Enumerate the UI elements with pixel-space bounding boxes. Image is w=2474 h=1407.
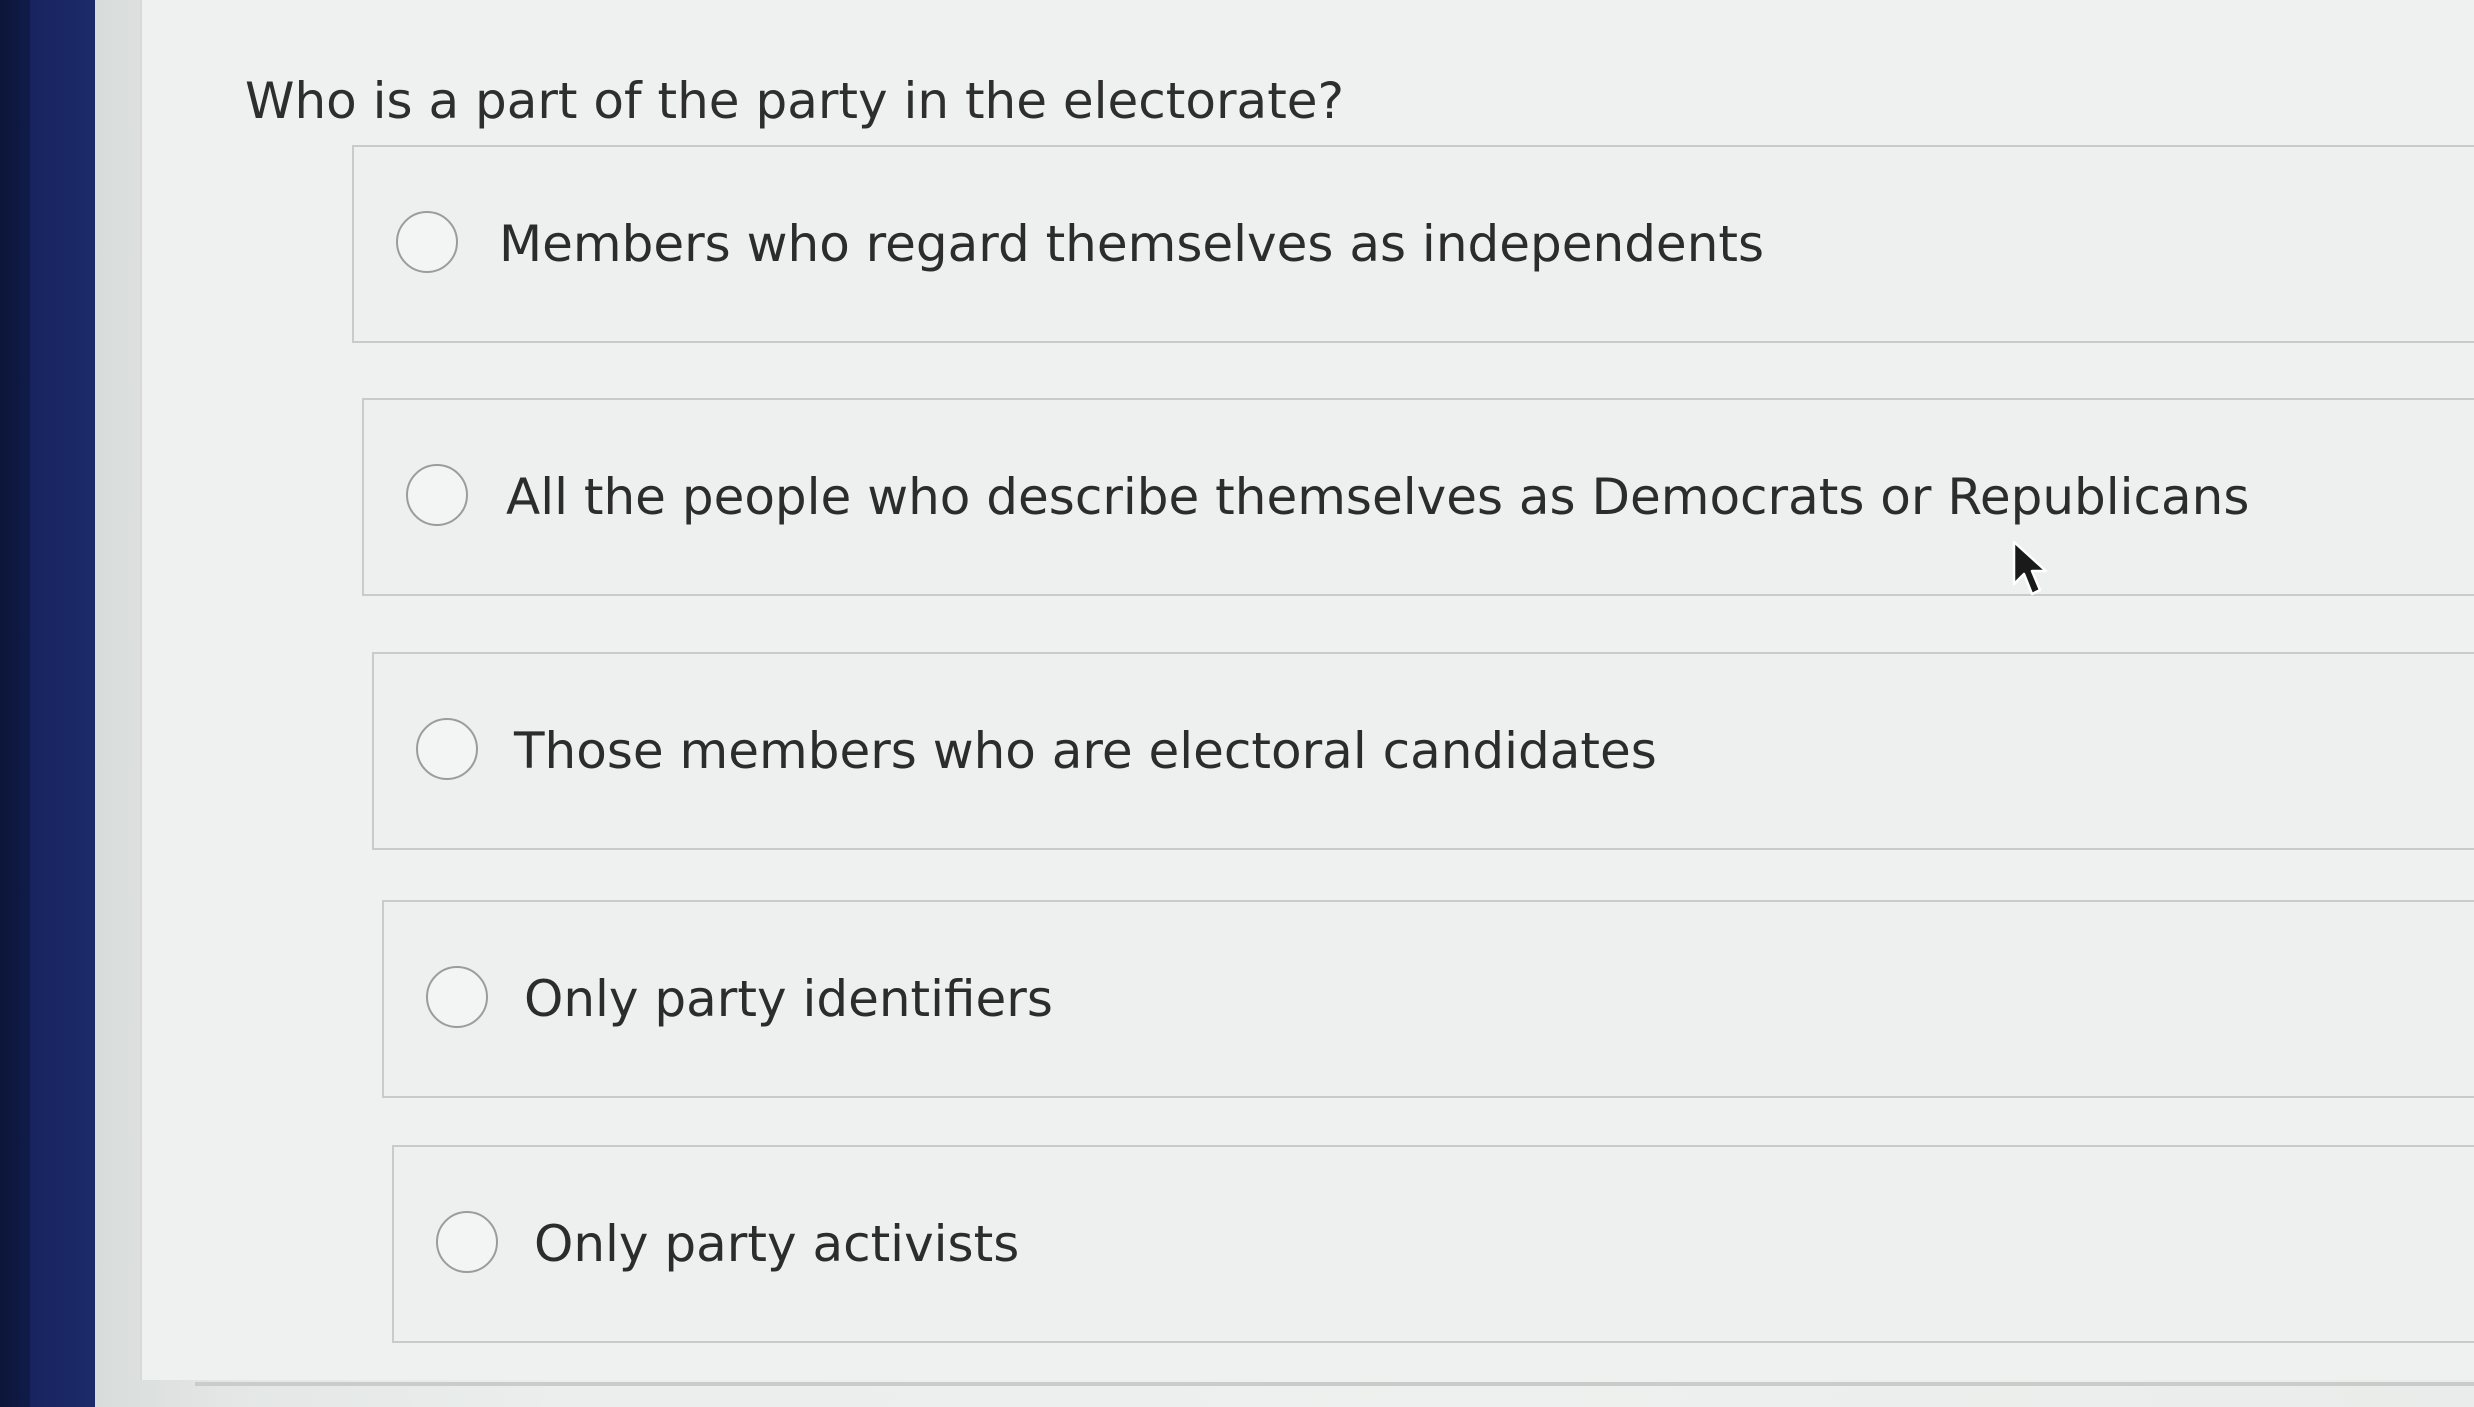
option-3[interactable]: Those members who are electoral candidat… xyxy=(372,652,2474,850)
left-navy-strip xyxy=(30,0,100,1407)
radio-unchecked-icon[interactable] xyxy=(396,211,458,273)
option-label: All the people who describe themselves a… xyxy=(506,468,2250,526)
mouse-pointer-icon xyxy=(2012,540,2048,596)
card-bottom-edge xyxy=(195,1382,2474,1386)
option-label: Members who regard themselves as indepen… xyxy=(499,215,1765,273)
radio-unchecked-icon[interactable] xyxy=(416,718,478,780)
question-text: Who is a part of the party in the electo… xyxy=(245,72,1345,130)
radio-unchecked-icon[interactable] xyxy=(436,1211,498,1273)
option-4[interactable]: Only party identifiers xyxy=(382,900,2474,1098)
radio-unchecked-icon[interactable] xyxy=(406,464,468,526)
option-5[interactable]: Only party activists xyxy=(392,1145,2474,1343)
option-label: Those members who are electoral candidat… xyxy=(514,722,1657,780)
option-label: Only party activists xyxy=(534,1215,1020,1273)
option-1[interactable]: Members who regard themselves as indepen… xyxy=(352,145,2474,343)
radio-unchecked-icon[interactable] xyxy=(426,966,488,1028)
option-label: Only party identifiers xyxy=(524,970,1053,1028)
option-2[interactable]: All the people who describe themselves a… xyxy=(362,398,2474,596)
